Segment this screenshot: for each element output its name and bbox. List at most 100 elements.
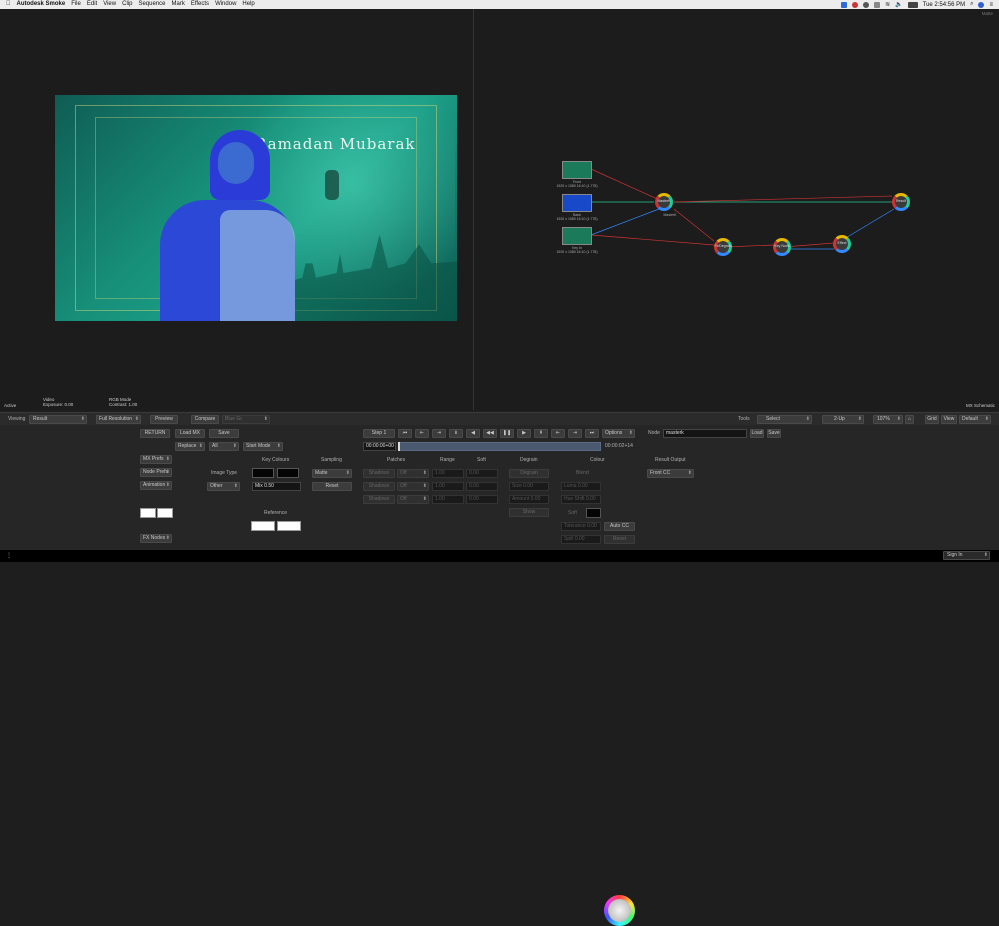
image-type-dropdown[interactable]: Other bbox=[207, 482, 240, 491]
patch-mode-3[interactable]: Off bbox=[397, 495, 429, 504]
patch-mode-2[interactable]: Off bbox=[397, 482, 429, 491]
colour-reset-button[interactable]: Reset bbox=[604, 535, 635, 544]
clock[interactable]: Tue 2:54:56 PM bbox=[923, 2, 965, 8]
all-dropdown[interactable]: All bbox=[209, 442, 239, 451]
status-app-icon[interactable] bbox=[841, 1, 848, 8]
auto-cc-button[interactable]: Auto CC bbox=[604, 522, 635, 531]
key-colour-swatch-1[interactable] bbox=[252, 468, 274, 478]
step-button[interactable]: Step 1 bbox=[363, 429, 395, 438]
go-end-icon[interactable]: ⏭ bbox=[585, 429, 599, 438]
timecode-start-field[interactable]: 00:00:00+00 bbox=[363, 442, 396, 451]
soft-field-2[interactable]: 0.00 bbox=[466, 482, 498, 491]
mx-prefs-button[interactable]: MX Prefs bbox=[140, 455, 172, 464]
view-button[interactable]: View bbox=[941, 415, 957, 424]
patch-row-2[interactable]: Shadows bbox=[363, 482, 395, 491]
timeline-scrubber[interactable] bbox=[398, 442, 601, 451]
next-frame-icon[interactable]: ▶ bbox=[517, 429, 531, 438]
range-field-2[interactable]: 1.00 bbox=[432, 482, 464, 491]
fx-nodes-button[interactable]: FX Nodes bbox=[140, 534, 172, 543]
degrain-button[interactable]: Degrain bbox=[509, 469, 549, 478]
next-mark-icon[interactable]: ⇤ bbox=[551, 429, 565, 438]
sampling-dropdown[interactable]: Matte bbox=[312, 469, 352, 478]
prev-mark-icon[interactable]: ⇥ bbox=[432, 429, 446, 438]
replace-dropdown[interactable]: Replace bbox=[175, 442, 205, 451]
soft-field-1[interactable]: 0.00 bbox=[466, 469, 498, 478]
player-viewport[interactable]: Ramadan Mubarak Video Exposure: 0.00 RGB… bbox=[0, 9, 473, 410]
sign-in-button[interactable]: Sign In bbox=[943, 551, 990, 560]
sync-icon[interactable] bbox=[863, 1, 870, 8]
next-key-icon[interactable]: ⇥ bbox=[568, 429, 582, 438]
start-mode-dropdown[interactable]: Start Mode bbox=[243, 442, 283, 451]
play-reverse-icon[interactable]: ◀◀ bbox=[483, 429, 497, 438]
spill-field[interactable]: Spill 0.00 bbox=[561, 535, 601, 544]
app-name-menu[interactable]: Autodesk Smoke bbox=[17, 0, 66, 9]
menu-edit[interactable]: Edit bbox=[87, 0, 97, 9]
grid-button[interactable]: Grid bbox=[925, 415, 939, 424]
input-node-back[interactable] bbox=[562, 194, 592, 212]
reference-swatch-1[interactable] bbox=[251, 521, 275, 531]
viewing-dropdown[interactable]: Result bbox=[29, 415, 87, 424]
colour-soft-swatch[interactable] bbox=[586, 508, 601, 518]
menu-mark[interactable]: Mark bbox=[171, 0, 184, 9]
range-field-3[interactable]: 1.00 bbox=[432, 495, 464, 504]
node-load-button[interactable]: Load bbox=[750, 429, 764, 438]
hue-shift-field[interactable]: Hue Shift 0.00 bbox=[561, 495, 601, 504]
layout-dropdown[interactable]: 2-Up bbox=[822, 415, 864, 424]
range-field-1[interactable]: 1.00 bbox=[432, 469, 464, 478]
home-icon[interactable]: ⌂ bbox=[905, 415, 914, 424]
patch-row-1[interactable]: Shadows bbox=[363, 469, 395, 478]
jump-back-icon[interactable]: ⇟ bbox=[449, 429, 463, 438]
zoom-dropdown[interactable]: 107% bbox=[873, 415, 903, 424]
save-mx-button[interactable]: Save bbox=[209, 429, 239, 438]
animation-button[interactable]: Animation bbox=[140, 481, 172, 490]
wifi-icon[interactable]: ≋ bbox=[885, 1, 890, 8]
degrain-size-field[interactable]: Size 0.00 bbox=[509, 482, 549, 491]
colour-wheel[interactable] bbox=[604, 895, 635, 926]
playhead[interactable] bbox=[398, 442, 400, 451]
node-prefs-button[interactable]: Node Prefs bbox=[140, 468, 172, 477]
mix-field[interactable]: Mix 0.50 bbox=[252, 482, 301, 491]
patch-row-3[interactable]: Shadows bbox=[363, 495, 395, 504]
resolution-dropdown[interactable]: Full Resolution bbox=[96, 415, 141, 424]
mx-schematic[interactable]: Matte Front 1920 x 1080 16:10 (1.778) Bac… bbox=[474, 9, 999, 410]
preview-button[interactable]: Preview bbox=[150, 415, 178, 424]
airplay-icon[interactable] bbox=[874, 1, 881, 8]
degrain-amount-field[interactable]: Amount 0.00 bbox=[509, 495, 549, 504]
menu-window[interactable]: Window bbox=[215, 0, 236, 9]
menu-file[interactable]: File bbox=[71, 0, 81, 9]
menu-help[interactable]: Help bbox=[242, 0, 254, 9]
return-button[interactable]: RETURN bbox=[140, 429, 170, 438]
apple-icon[interactable]:  bbox=[6, 0, 11, 9]
options-dropdown[interactable]: Options bbox=[602, 429, 635, 438]
control-center-icon[interactable]: ≡ bbox=[989, 2, 993, 8]
load-mx-button[interactable]: Load MX bbox=[175, 429, 205, 438]
battery-icon[interactable] bbox=[907, 1, 918, 8]
reference-swatch-2[interactable] bbox=[277, 521, 301, 531]
input-node-front[interactable] bbox=[562, 161, 592, 179]
pause-icon[interactable]: ❚❚ bbox=[500, 429, 514, 438]
node-name-field[interactable]: masterk bbox=[663, 429, 747, 438]
menu-view[interactable]: View bbox=[103, 0, 116, 9]
menu-effects[interactable]: Effects bbox=[191, 0, 209, 9]
compare-dropdown[interactable]: Blue Gr. bbox=[222, 415, 270, 424]
go-start-icon[interactable]: ⏮ bbox=[398, 429, 412, 438]
more-icon[interactable]: ⋮ bbox=[6, 552, 12, 559]
sampling-reset-button[interactable]: Reset bbox=[312, 482, 352, 491]
color-swatch-2[interactable] bbox=[157, 508, 173, 518]
menu-sequence[interactable]: Sequence bbox=[138, 0, 165, 9]
volume-icon[interactable]: 🔈 bbox=[895, 1, 902, 8]
color-swatch-1[interactable] bbox=[140, 508, 156, 518]
node-save-button[interactable]: Save bbox=[767, 429, 781, 438]
prev-frame-icon[interactable]: ◀ bbox=[466, 429, 480, 438]
user-icon[interactable] bbox=[978, 1, 985, 8]
soft-field-3[interactable]: 0.00 bbox=[466, 495, 498, 504]
luma-field[interactable]: Luma 0.00 bbox=[561, 482, 601, 491]
prev-key-icon[interactable]: ⇤ bbox=[415, 429, 429, 438]
view-dropdown[interactable]: Default bbox=[959, 415, 991, 424]
jump-forward-icon[interactable]: ⇞ bbox=[534, 429, 548, 438]
compare-button[interactable]: Compare bbox=[191, 415, 219, 424]
key-colour-swatch-2[interactable] bbox=[277, 468, 299, 478]
menu-clip[interactable]: Clip bbox=[122, 0, 132, 9]
degrain-show-button[interactable]: Show bbox=[509, 508, 549, 517]
patch-mode-1[interactable]: Off bbox=[397, 469, 429, 478]
